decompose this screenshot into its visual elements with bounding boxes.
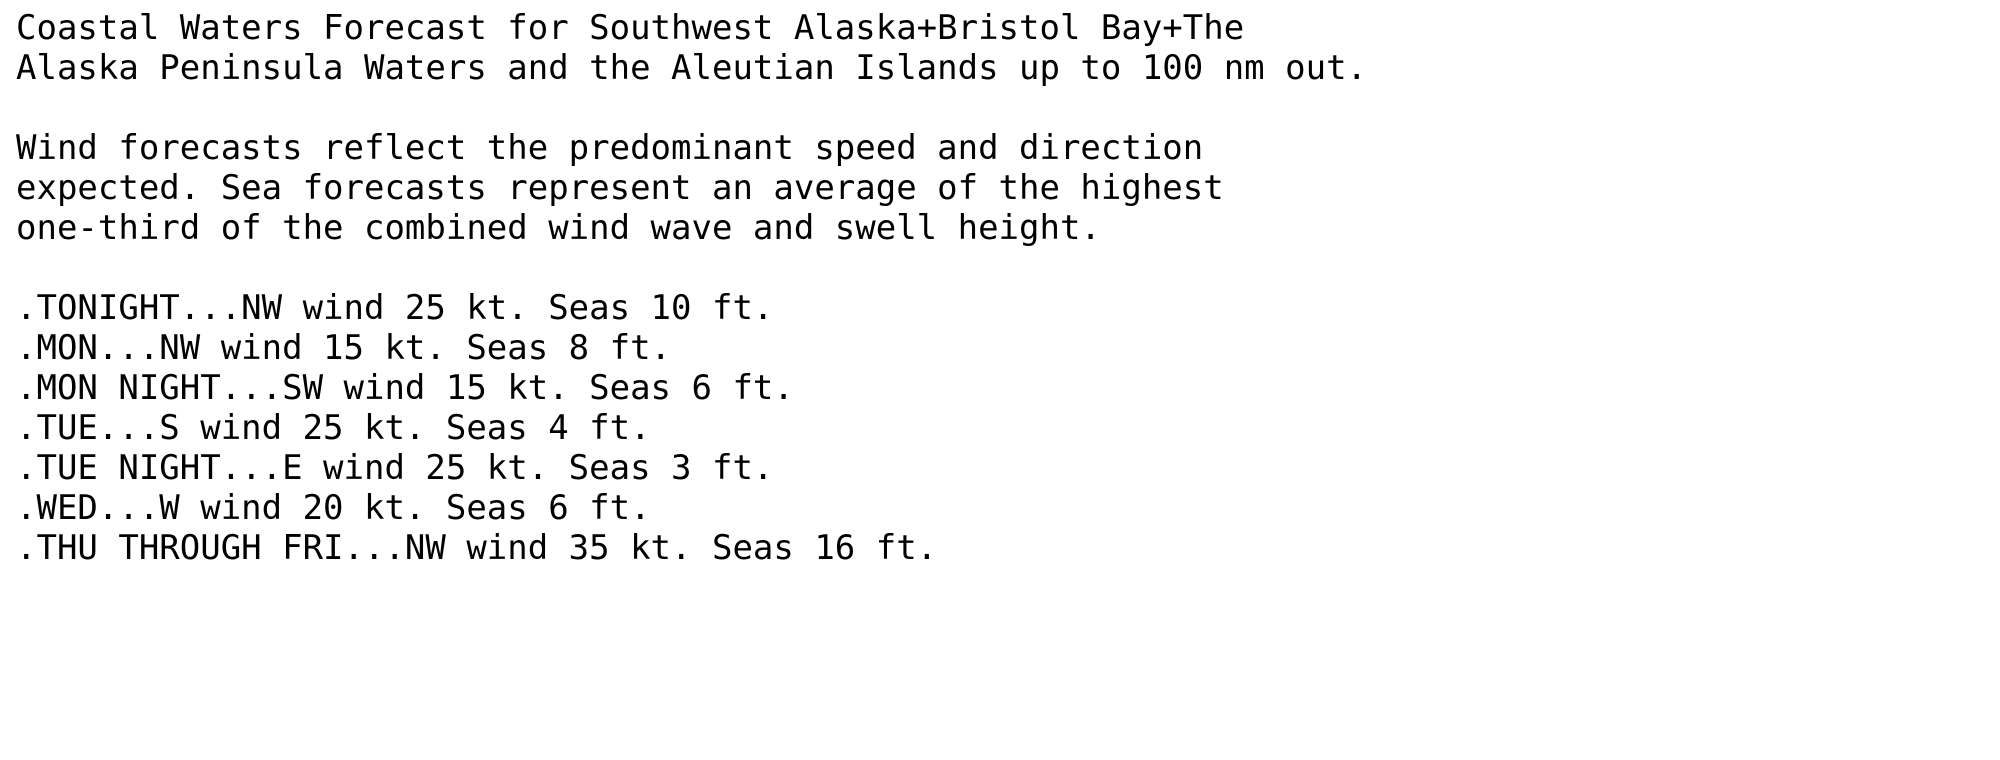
forecast-period-line: .TUE...S wind 25 kt. Seas 4 ft. bbox=[16, 408, 651, 448]
forecast-period-line: .TUE NIGHT...E wind 25 kt. Seas 3 ft. bbox=[16, 448, 774, 488]
forecast-period-line: .WED...W wind 20 kt. Seas 6 ft. bbox=[16, 488, 651, 528]
forecast-disclaimer-block: Wind forecasts reflect the predominant s… bbox=[16, 128, 2000, 248]
forecast-periods-block: .TONIGHT...NW wind 25 kt. Seas 10 ft. .M… bbox=[16, 288, 2000, 568]
disclaimer-line-1: Wind forecasts reflect the predominant s… bbox=[16, 128, 1204, 168]
forecast-period-line: .TONIGHT...NW wind 25 kt. Seas 10 ft. bbox=[16, 288, 774, 328]
blank-separator-2 bbox=[16, 248, 2000, 288]
disclaimer-line-2: expected. Sea forecasts represent an ave… bbox=[16, 168, 1224, 208]
header-line-2: Alaska Peninsula Waters and the Aleutian… bbox=[16, 48, 1368, 88]
forecast-period-line: .THU THROUGH FRI...NW wind 35 kt. Seas 1… bbox=[16, 528, 938, 568]
blank-separator-1 bbox=[16, 88, 2000, 128]
forecast-document: Coastal Waters Forecast for Southwest Al… bbox=[0, 0, 2000, 760]
disclaimer-line-3: one-third of the combined wind wave and … bbox=[16, 208, 1101, 248]
forecast-period-line: .MON...NW wind 15 kt. Seas 8 ft. bbox=[16, 328, 672, 368]
forecast-period-line: .MON NIGHT...SW wind 15 kt. Seas 6 ft. bbox=[16, 368, 794, 408]
forecast-header-block: Coastal Waters Forecast for Southwest Al… bbox=[16, 8, 2000, 88]
header-line-1: Coastal Waters Forecast for Southwest Al… bbox=[16, 8, 1245, 48]
